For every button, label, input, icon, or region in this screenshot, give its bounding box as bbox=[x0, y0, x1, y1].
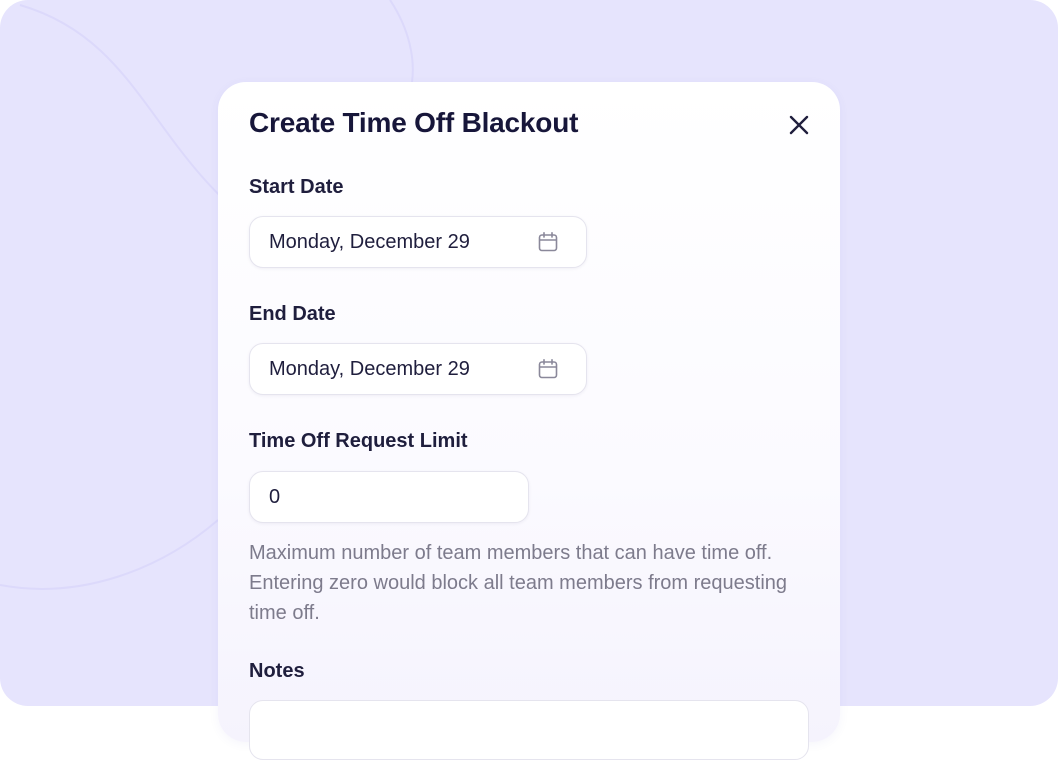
modal-title: Create Time Off Blackout bbox=[249, 107, 579, 138]
request-limit-help: Maximum number of team members that can … bbox=[249, 542, 788, 624]
end-date-input[interactable]: Monday, December 29 bbox=[249, 343, 587, 395]
notes-label: Notes bbox=[249, 660, 305, 682]
start-date-input[interactable]: Monday, December 29 bbox=[249, 216, 587, 268]
notes-field[interactable] bbox=[249, 700, 809, 760]
request-limit-input[interactable]: 0 bbox=[249, 471, 529, 523]
calendar-icon[interactable] bbox=[536, 230, 560, 254]
request-limit-label: Time Off Request Limit bbox=[249, 430, 468, 452]
start-date-value: Monday, December 29 bbox=[269, 230, 470, 253]
start-date-label: Start Date bbox=[249, 176, 344, 198]
end-date-label: End Date bbox=[249, 303, 336, 325]
close-button[interactable] bbox=[784, 110, 814, 140]
create-blackout-modal: Create Time Off Blackout Start Date Mond… bbox=[218, 82, 840, 760]
calendar-icon[interactable] bbox=[536, 357, 560, 381]
close-icon bbox=[789, 115, 809, 135]
end-date-value: Monday, December 29 bbox=[269, 357, 470, 380]
